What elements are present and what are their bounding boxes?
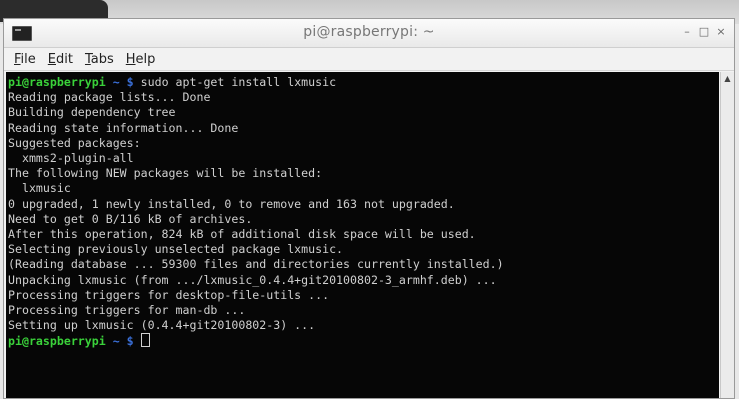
menu-tabs[interactable]: Tabs [85, 52, 114, 67]
output-line: Setting up lxmusic (0.4.4+git20100802-3)… [8, 318, 316, 333]
output-line: Unpacking lxmusic (from .../lxmusic_0.4.… [8, 272, 497, 287]
output-line: xmms2-plugin-all [8, 151, 134, 166]
output-line: Processing triggers for man-db ... [8, 303, 246, 318]
scroll-up-arrow-icon[interactable]: ▲ [721, 74, 734, 84]
terminal-output[interactable]: pi@raspberrypi ~ $ sudo apt-get install … [6, 72, 719, 398]
text-cursor [140, 333, 150, 348]
close-button[interactable]: × [714, 24, 728, 40]
menu-edit[interactable]: Edit [48, 52, 73, 67]
output-line: Selecting previously unselected package … [8, 242, 344, 257]
minimize-button[interactable]: – [680, 24, 694, 40]
output-line: Building dependency tree [8, 105, 176, 120]
prompt-path: ~ $ [105, 75, 134, 89]
output-line: 0 upgraded, 1 newly installed, 0 to remo… [8, 196, 455, 211]
prompt-user: pi@raspberrypi [8, 75, 106, 89]
output-line: After this operation, 824 kB of addition… [8, 227, 476, 242]
final-prompt-path: ~ $ [105, 334, 141, 349]
output-line: (Reading database ... 59300 files and di… [8, 257, 504, 272]
output-line: Reading package lists... Done [8, 90, 211, 105]
output-line: lxmusic [8, 181, 71, 196]
output-line: Need to get 0 B/116 kB of archives. [8, 211, 253, 226]
output-line: The following NEW packages will be insta… [8, 166, 323, 181]
maximize-button[interactable]: □ [697, 24, 711, 40]
output-line: Reading state information... Done [8, 120, 239, 135]
terminal-window: pi@raspberrypi: ~ – □ × File Edit Tabs H… [3, 18, 735, 399]
output-line: Suggested packages: [8, 135, 141, 150]
vertical-scrollbar[interactable]: ▲ [720, 72, 734, 398]
menu-file[interactable]: File [14, 52, 36, 67]
menu-help[interactable]: Help [126, 52, 156, 67]
final-prompt-user: pi@raspberrypi [8, 334, 106, 349]
title-bar[interactable]: pi@raspberrypi: ~ – □ × [4, 19, 734, 48]
output-line: Processing triggers for desktop-file-uti… [8, 287, 330, 302]
command-text: sudo apt-get install lxmusic [133, 75, 337, 89]
window-controls: – □ × [680, 24, 728, 40]
window-title: pi@raspberrypi: ~ [303, 24, 435, 40]
menu-bar: File Edit Tabs Help [4, 48, 734, 71]
